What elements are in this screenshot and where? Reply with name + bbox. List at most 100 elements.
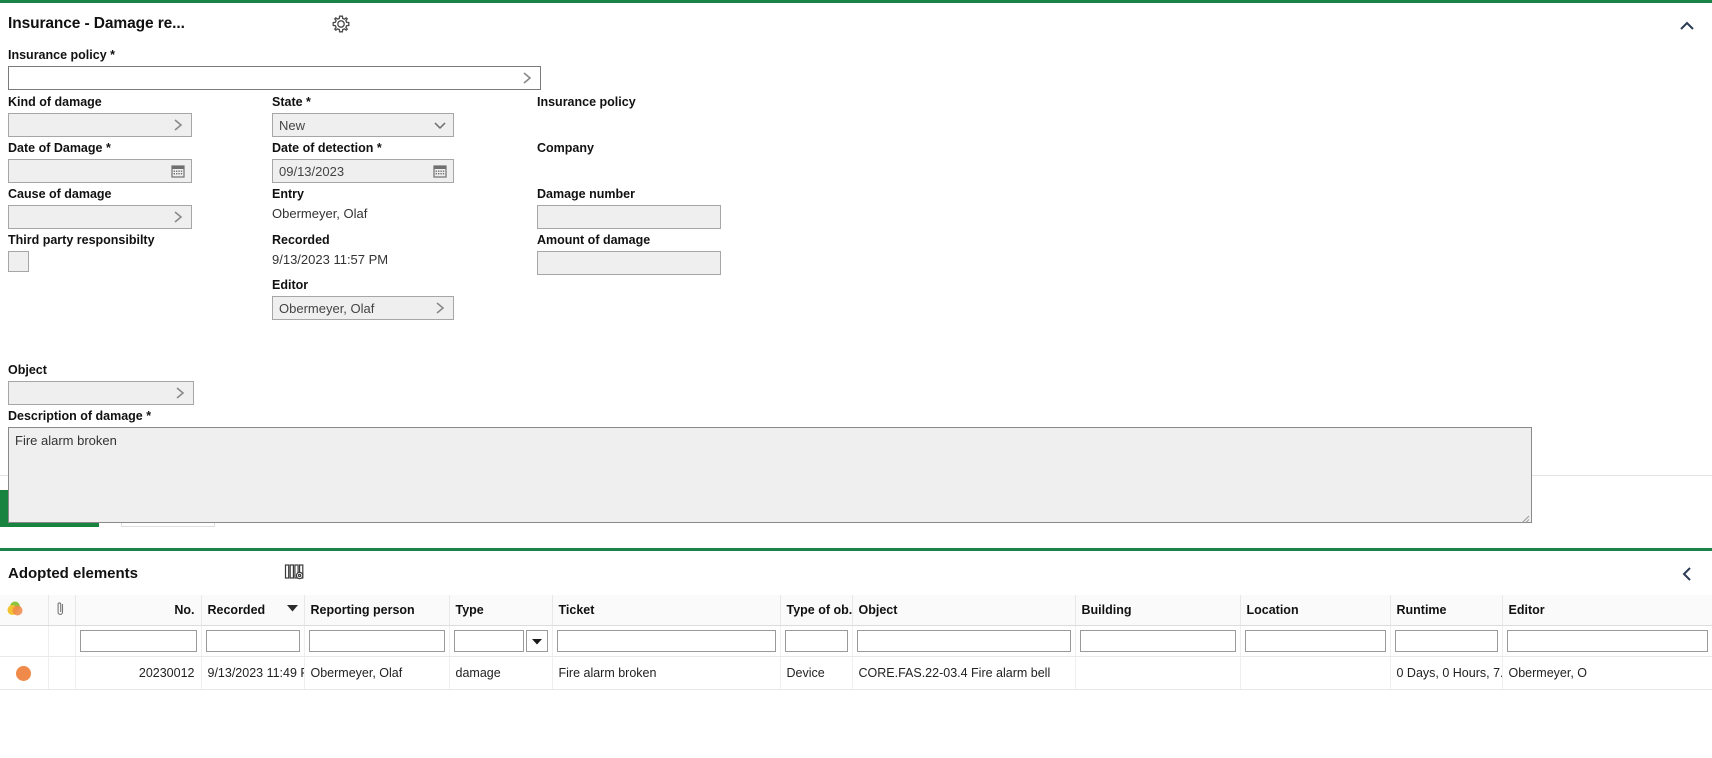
collapse-adopted-elements-button[interactable] [1674, 561, 1700, 587]
caret-down-icon [532, 638, 542, 645]
label-insurance-policy: Insurance policy * [8, 48, 541, 63]
field-editor: Editor Obermeyer, Olaf [272, 278, 454, 320]
date-of-detection-value: 09/13/2023 [279, 164, 427, 179]
field-object: Object [8, 363, 194, 405]
calendar-icon[interactable] [165, 160, 191, 182]
col-type-of-object[interactable]: Type of ob... [780, 595, 852, 626]
field-recorded: Recorded 9/13/2023 11:57 PM [272, 233, 454, 271]
filter-ticket-input[interactable] [557, 630, 776, 652]
collapse-panel-button[interactable] [1674, 13, 1700, 39]
col-status[interactable] [0, 595, 48, 626]
col-building[interactable]: Building [1075, 595, 1240, 626]
row-recorded-cell: 9/13/2023 11:49 P... [201, 657, 304, 690]
field-state: State * New [272, 95, 454, 137]
label-recorded: Recorded [272, 233, 454, 248]
label-amount-of-damage: Amount of damage [537, 233, 721, 248]
label-insurance-policy-readonly: Insurance policy [537, 95, 721, 110]
row-status-cell [0, 657, 48, 690]
field-date-of-detection: Date of detection * 09/13/2023 [272, 141, 454, 183]
gear-icon[interactable] [330, 13, 352, 35]
filter-no-cell [75, 626, 201, 657]
col-recorded[interactable]: Recorded [201, 595, 304, 626]
adopted-elements-table: No. Recorded Reporting person Type Ticke… [0, 595, 1712, 690]
filter-attachment-cell [48, 626, 75, 657]
row-ticket-cell: Fire alarm broken [552, 657, 780, 690]
label-cause-of-damage: Cause of damage [8, 187, 192, 202]
row-object-cell: CORE.FAS.22-03.4 Fire alarm bell [852, 657, 1075, 690]
filter-type-dropdown-button[interactable] [526, 630, 548, 652]
row-no-cell: 20230012 [75, 657, 201, 690]
state-select[interactable]: New [272, 113, 454, 137]
label-description-of-damage: Description of damage * [8, 409, 1532, 424]
insurance-policy-input[interactable] [8, 66, 541, 90]
row-runtime-cell: 0 Days, 0 Hours, 7... [1390, 657, 1502, 690]
third-party-responsibility-checkbox[interactable] [8, 251, 29, 272]
field-kind-of-damage: Kind of damage [8, 95, 192, 137]
chevron-up-icon [1678, 20, 1696, 32]
field-insurance-policy-readonly: Insurance policy [537, 95, 721, 133]
filter-reporting-person-input[interactable] [309, 630, 445, 652]
damage-number-input[interactable] [537, 205, 721, 229]
filter-status-cell [0, 626, 48, 657]
field-amount-of-damage: Amount of damage [537, 233, 721, 275]
recorded-value: 9/13/2023 11:57 PM [272, 251, 454, 271]
row-reporting-person-cell: Obermeyer, Olaf [304, 657, 449, 690]
chevron-right-icon[interactable] [427, 297, 453, 319]
panel-header: Insurance - Damage re... [0, 3, 1712, 45]
kind-of-damage-input[interactable] [8, 113, 192, 137]
filter-recorded-input[interactable] [206, 630, 300, 652]
chevron-right-icon[interactable] [514, 67, 540, 89]
chevron-down-icon[interactable] [427, 114, 453, 136]
label-date-of-damage: Date of Damage * [8, 141, 192, 156]
table-filter-row [0, 626, 1712, 657]
filter-object-input[interactable] [857, 630, 1071, 652]
adopted-elements-title: Adopted elements [8, 565, 138, 582]
col-ticket[interactable]: Ticket [552, 595, 780, 626]
filter-location-input[interactable] [1245, 630, 1386, 652]
col-runtime[interactable]: Runtime [1390, 595, 1502, 626]
filter-building-input[interactable] [1080, 630, 1236, 652]
row-type-cell: damage [449, 657, 552, 690]
field-description-of-damage: Description of damage * Fire alarm broke… [8, 409, 1532, 523]
date-of-detection-input[interactable]: 09/13/2023 [272, 159, 454, 183]
entry-value: Obermeyer, Olaf [272, 205, 454, 225]
cause-of-damage-input[interactable] [8, 205, 192, 229]
col-object[interactable]: Object [852, 595, 1075, 626]
table-row[interactable]: 20230012 9/13/2023 11:49 P... Obermeyer,… [0, 657, 1712, 690]
col-no[interactable]: No. [75, 595, 201, 626]
editor-input[interactable]: Obermeyer, Olaf [272, 296, 454, 320]
filter-runtime-cell [1390, 626, 1502, 657]
filter-editor-input[interactable] [1507, 630, 1708, 652]
filter-runtime-input[interactable] [1395, 630, 1498, 652]
field-company: Company [537, 141, 721, 179]
label-state: State * [272, 95, 454, 110]
col-location[interactable]: Location [1240, 595, 1390, 626]
filter-no-input[interactable] [80, 630, 197, 652]
col-editor[interactable]: Editor [1502, 595, 1712, 626]
field-cause-of-damage: Cause of damage [8, 187, 192, 229]
chevron-right-icon[interactable] [165, 206, 191, 228]
label-editor: Editor [272, 278, 454, 293]
description-of-damage-textarea[interactable]: Fire alarm broken [8, 427, 1532, 523]
column-settings-icon[interactable] [284, 563, 306, 583]
sort-desc-icon [287, 601, 298, 615]
calendar-icon[interactable] [427, 160, 453, 182]
filter-type-of-object-input[interactable] [785, 630, 848, 652]
amount-of-damage-input[interactable] [537, 251, 721, 275]
date-of-damage-input[interactable] [8, 159, 192, 183]
col-reporting-person[interactable]: Reporting person [304, 595, 449, 626]
row-attachment-cell [48, 657, 75, 690]
chevron-right-icon[interactable] [165, 114, 191, 136]
object-input[interactable] [8, 381, 194, 405]
label-company: Company [537, 141, 721, 156]
filter-recorded-cell [201, 626, 304, 657]
field-insurance-policy-main: Insurance policy * [8, 48, 541, 90]
description-of-damage-value: Fire alarm broken [15, 433, 117, 448]
resize-handle[interactable] [1521, 512, 1530, 521]
col-type[interactable]: Type [449, 595, 552, 626]
filter-type-input[interactable] [454, 630, 524, 652]
col-attachment[interactable] [48, 595, 75, 626]
field-date-of-damage: Date of Damage * [8, 141, 192, 183]
chevron-right-icon[interactable] [167, 382, 193, 404]
field-third-party-responsibility: Third party responsibilty [8, 233, 192, 272]
